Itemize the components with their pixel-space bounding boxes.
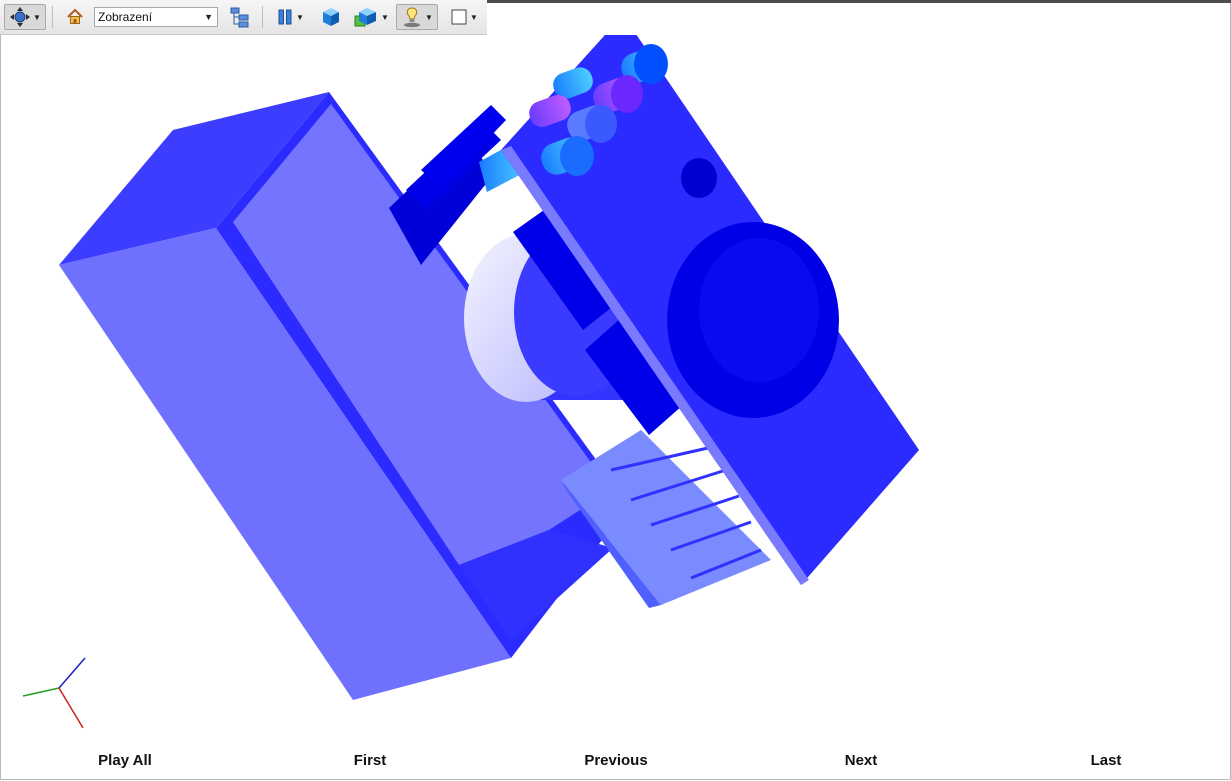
cube-icon [323, 8, 339, 26]
lighting-button[interactable]: ▼ [396, 4, 438, 30]
toolbar-separator [52, 6, 53, 28]
view-select[interactable]: Zobrazení ▼ [94, 7, 218, 27]
move-arrows-icon [10, 7, 31, 27]
chevron-down-icon: ▼ [296, 12, 304, 22]
background-color-icon [451, 9, 467, 25]
home-view-button[interactable] [62, 4, 88, 30]
view-select-value: Zobrazení [98, 10, 153, 24]
chevron-down-icon: ▼ [425, 12, 433, 22]
first-link[interactable]: First [354, 752, 387, 769]
previous-link[interactable]: Previous [584, 752, 647, 769]
structure-tree-button[interactable] [226, 4, 254, 30]
play-all-link[interactable]: Play All [98, 752, 152, 769]
render-mode-button[interactable]: ▼ [352, 4, 390, 30]
axis-triad [22, 657, 86, 729]
animation-nav: Play All First Previous Next Last [0, 748, 1231, 776]
standard-view-button[interactable] [318, 4, 344, 30]
3d-viewport[interactable] [1, 35, 1230, 735]
toolbar-separator [262, 6, 263, 28]
last-link[interactable]: Last [1091, 752, 1122, 769]
background-color-button[interactable]: ▼ [446, 4, 482, 30]
chevron-down-icon: ▼ [470, 12, 478, 22]
pause-icon [278, 9, 292, 25]
structure-tree-icon [230, 7, 249, 28]
chevron-down-icon: ▼ [33, 12, 41, 22]
window-top-border [487, 0, 1231, 3]
navigate-tool-button[interactable]: ▼ [4, 4, 46, 30]
render-mode-icon [354, 8, 377, 27]
viewer-toolbar: ▼ Zobrazení ▼ ▼ ▼ ▼ ▼ [0, 0, 487, 35]
home-icon [67, 8, 83, 24]
lighting-icon [404, 7, 421, 28]
small-knob[interactable] [681, 158, 717, 198]
chevron-down-icon: ▼ [204, 12, 213, 22]
next-link[interactable]: Next [845, 752, 878, 769]
round-component-top [699, 238, 819, 382]
pause-animation-button[interactable]: ▼ [272, 4, 308, 30]
chevron-down-icon: ▼ [381, 12, 389, 22]
